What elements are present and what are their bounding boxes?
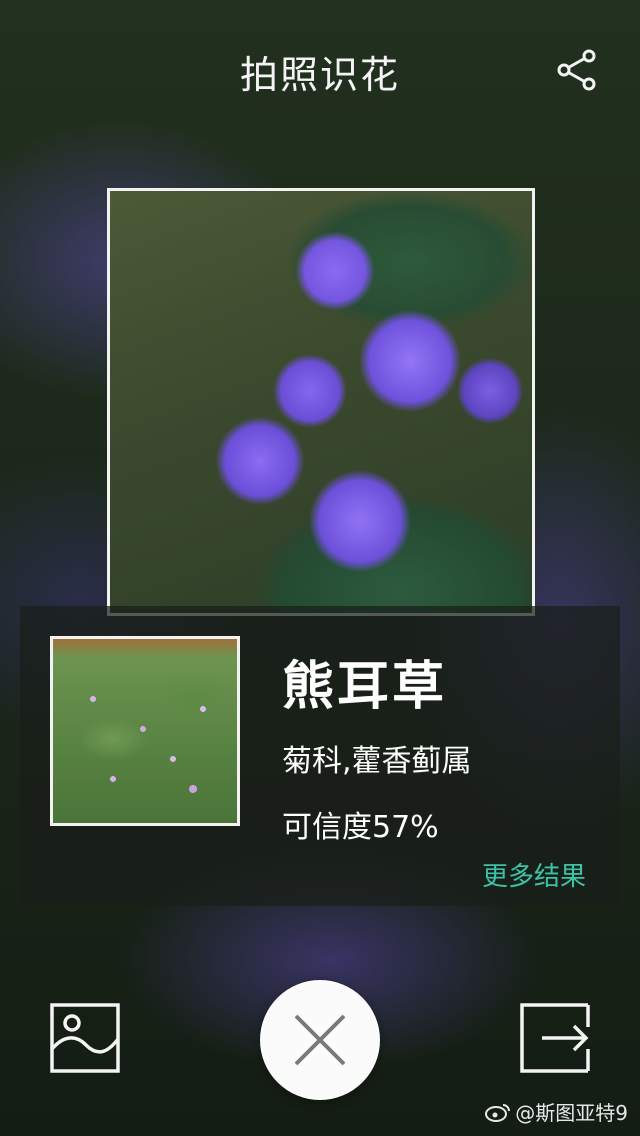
flower-name: 熊耳草 [282, 657, 448, 717]
confidence-score: 可信度57% [282, 810, 439, 845]
result-panel: 熊耳草 菊科,藿香蓟属 可信度57% 更多结果 [20, 606, 620, 906]
share-button[interactable] [554, 46, 602, 94]
gallery-button[interactable] [50, 1003, 120, 1073]
weibo-logo [485, 1103, 511, 1122]
exit-button[interactable] [520, 1003, 590, 1073]
image-gallery-icon [50, 1003, 120, 1073]
page-title: 拍照识花 [239, 53, 400, 97]
close-button[interactable] [260, 980, 380, 1100]
watermark: @斯图亚特9 [485, 1097, 628, 1126]
exit-icon [520, 1003, 590, 1073]
captured-photo [107, 188, 535, 616]
share-icon [557, 49, 596, 91]
flower-family: 菊科,藿香蓟属 [282, 744, 472, 779]
reference-photo-thumbnail[interactable] [50, 636, 240, 826]
watermark-text: @斯图亚特9 [515, 1101, 628, 1125]
more-results-link[interactable]: 更多结果 [482, 856, 586, 893]
close-icon [294, 1014, 346, 1066]
